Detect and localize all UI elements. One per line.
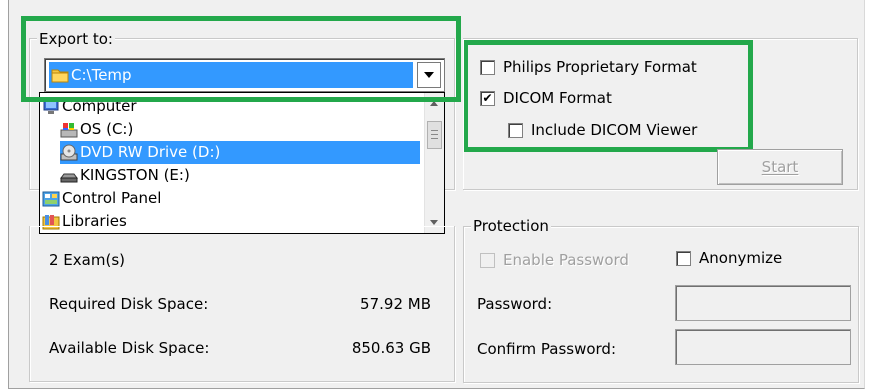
computer-icon bbox=[42, 98, 60, 116]
exam-count: 2 Exam(s) bbox=[49, 251, 125, 269]
password-input[interactable] bbox=[675, 285, 851, 321]
list-item-label: DVD RW Drive (D:) bbox=[80, 143, 221, 161]
combo-value-text: C:\Temp bbox=[71, 66, 132, 84]
start-button-label: Start bbox=[761, 158, 799, 176]
required-disk-space-label: Required Disk Space: bbox=[49, 295, 209, 313]
list-item-label: Control Panel bbox=[62, 189, 162, 207]
export-destination-combo[interactable]: C:\Temp bbox=[44, 58, 445, 92]
list-item-computer[interactable]: Computer bbox=[42, 95, 420, 118]
scroll-up-arrow-icon[interactable] bbox=[430, 101, 438, 106]
list-item-os-c[interactable]: OS (C:) bbox=[60, 118, 420, 141]
available-disk-space-value: 850.63 GB bbox=[351, 339, 431, 357]
dvd-drive-icon bbox=[60, 144, 78, 162]
anonymize-checkbox[interactable] bbox=[676, 251, 691, 266]
screenshot-canvas: Export to: C:\Temp Computer OS (C:) DVD … bbox=[0, 0, 869, 391]
removable-drive-icon bbox=[60, 167, 78, 185]
export-to-legend: Export to: bbox=[37, 30, 115, 48]
confirm-password-label: Confirm Password: bbox=[477, 340, 617, 358]
hard-drive-icon bbox=[60, 121, 78, 139]
folder-icon bbox=[51, 66, 69, 84]
control-panel-icon bbox=[42, 190, 60, 208]
required-disk-space-value: 57.92 MB bbox=[360, 295, 431, 313]
list-item-kingston[interactable]: KINGSTON (E:) bbox=[60, 164, 420, 187]
list-item-label: KINGSTON (E:) bbox=[80, 166, 190, 184]
protection-legend: Protection bbox=[471, 217, 551, 235]
list-item-label: Computer bbox=[62, 97, 137, 115]
list-item-control-panel[interactable]: Control Panel bbox=[42, 187, 420, 210]
enable-password-checkbox[interactable] bbox=[480, 253, 495, 268]
dropdown-scrollbar[interactable] bbox=[424, 93, 444, 233]
combo-dropdown-button[interactable] bbox=[417, 62, 441, 88]
scroll-down-arrow-icon[interactable] bbox=[430, 220, 438, 225]
available-disk-space-label: Available Disk Space: bbox=[49, 339, 210, 357]
export-dialog: Export to: C:\Temp Computer OS (C:) DVD … bbox=[8, 0, 865, 389]
combo-selected-value: C:\Temp bbox=[49, 62, 413, 88]
chevron-down-icon bbox=[424, 72, 434, 78]
start-button[interactable]: Start bbox=[717, 149, 843, 185]
anonymize-label: Anonymize bbox=[699, 249, 783, 267]
password-label: Password: bbox=[477, 295, 553, 313]
confirm-password-input[interactable] bbox=[675, 329, 851, 365]
destination-dropdown-list[interactable]: Computer OS (C:) DVD RW Drive (D:) KINGS… bbox=[39, 92, 445, 234]
list-item-dvd-rw-drive[interactable]: DVD RW Drive (D:) bbox=[60, 141, 420, 164]
scrollbar-thumb[interactable] bbox=[427, 121, 442, 149]
enable-password-label: Enable Password bbox=[503, 251, 629, 269]
list-item-label: OS (C:) bbox=[80, 120, 134, 138]
